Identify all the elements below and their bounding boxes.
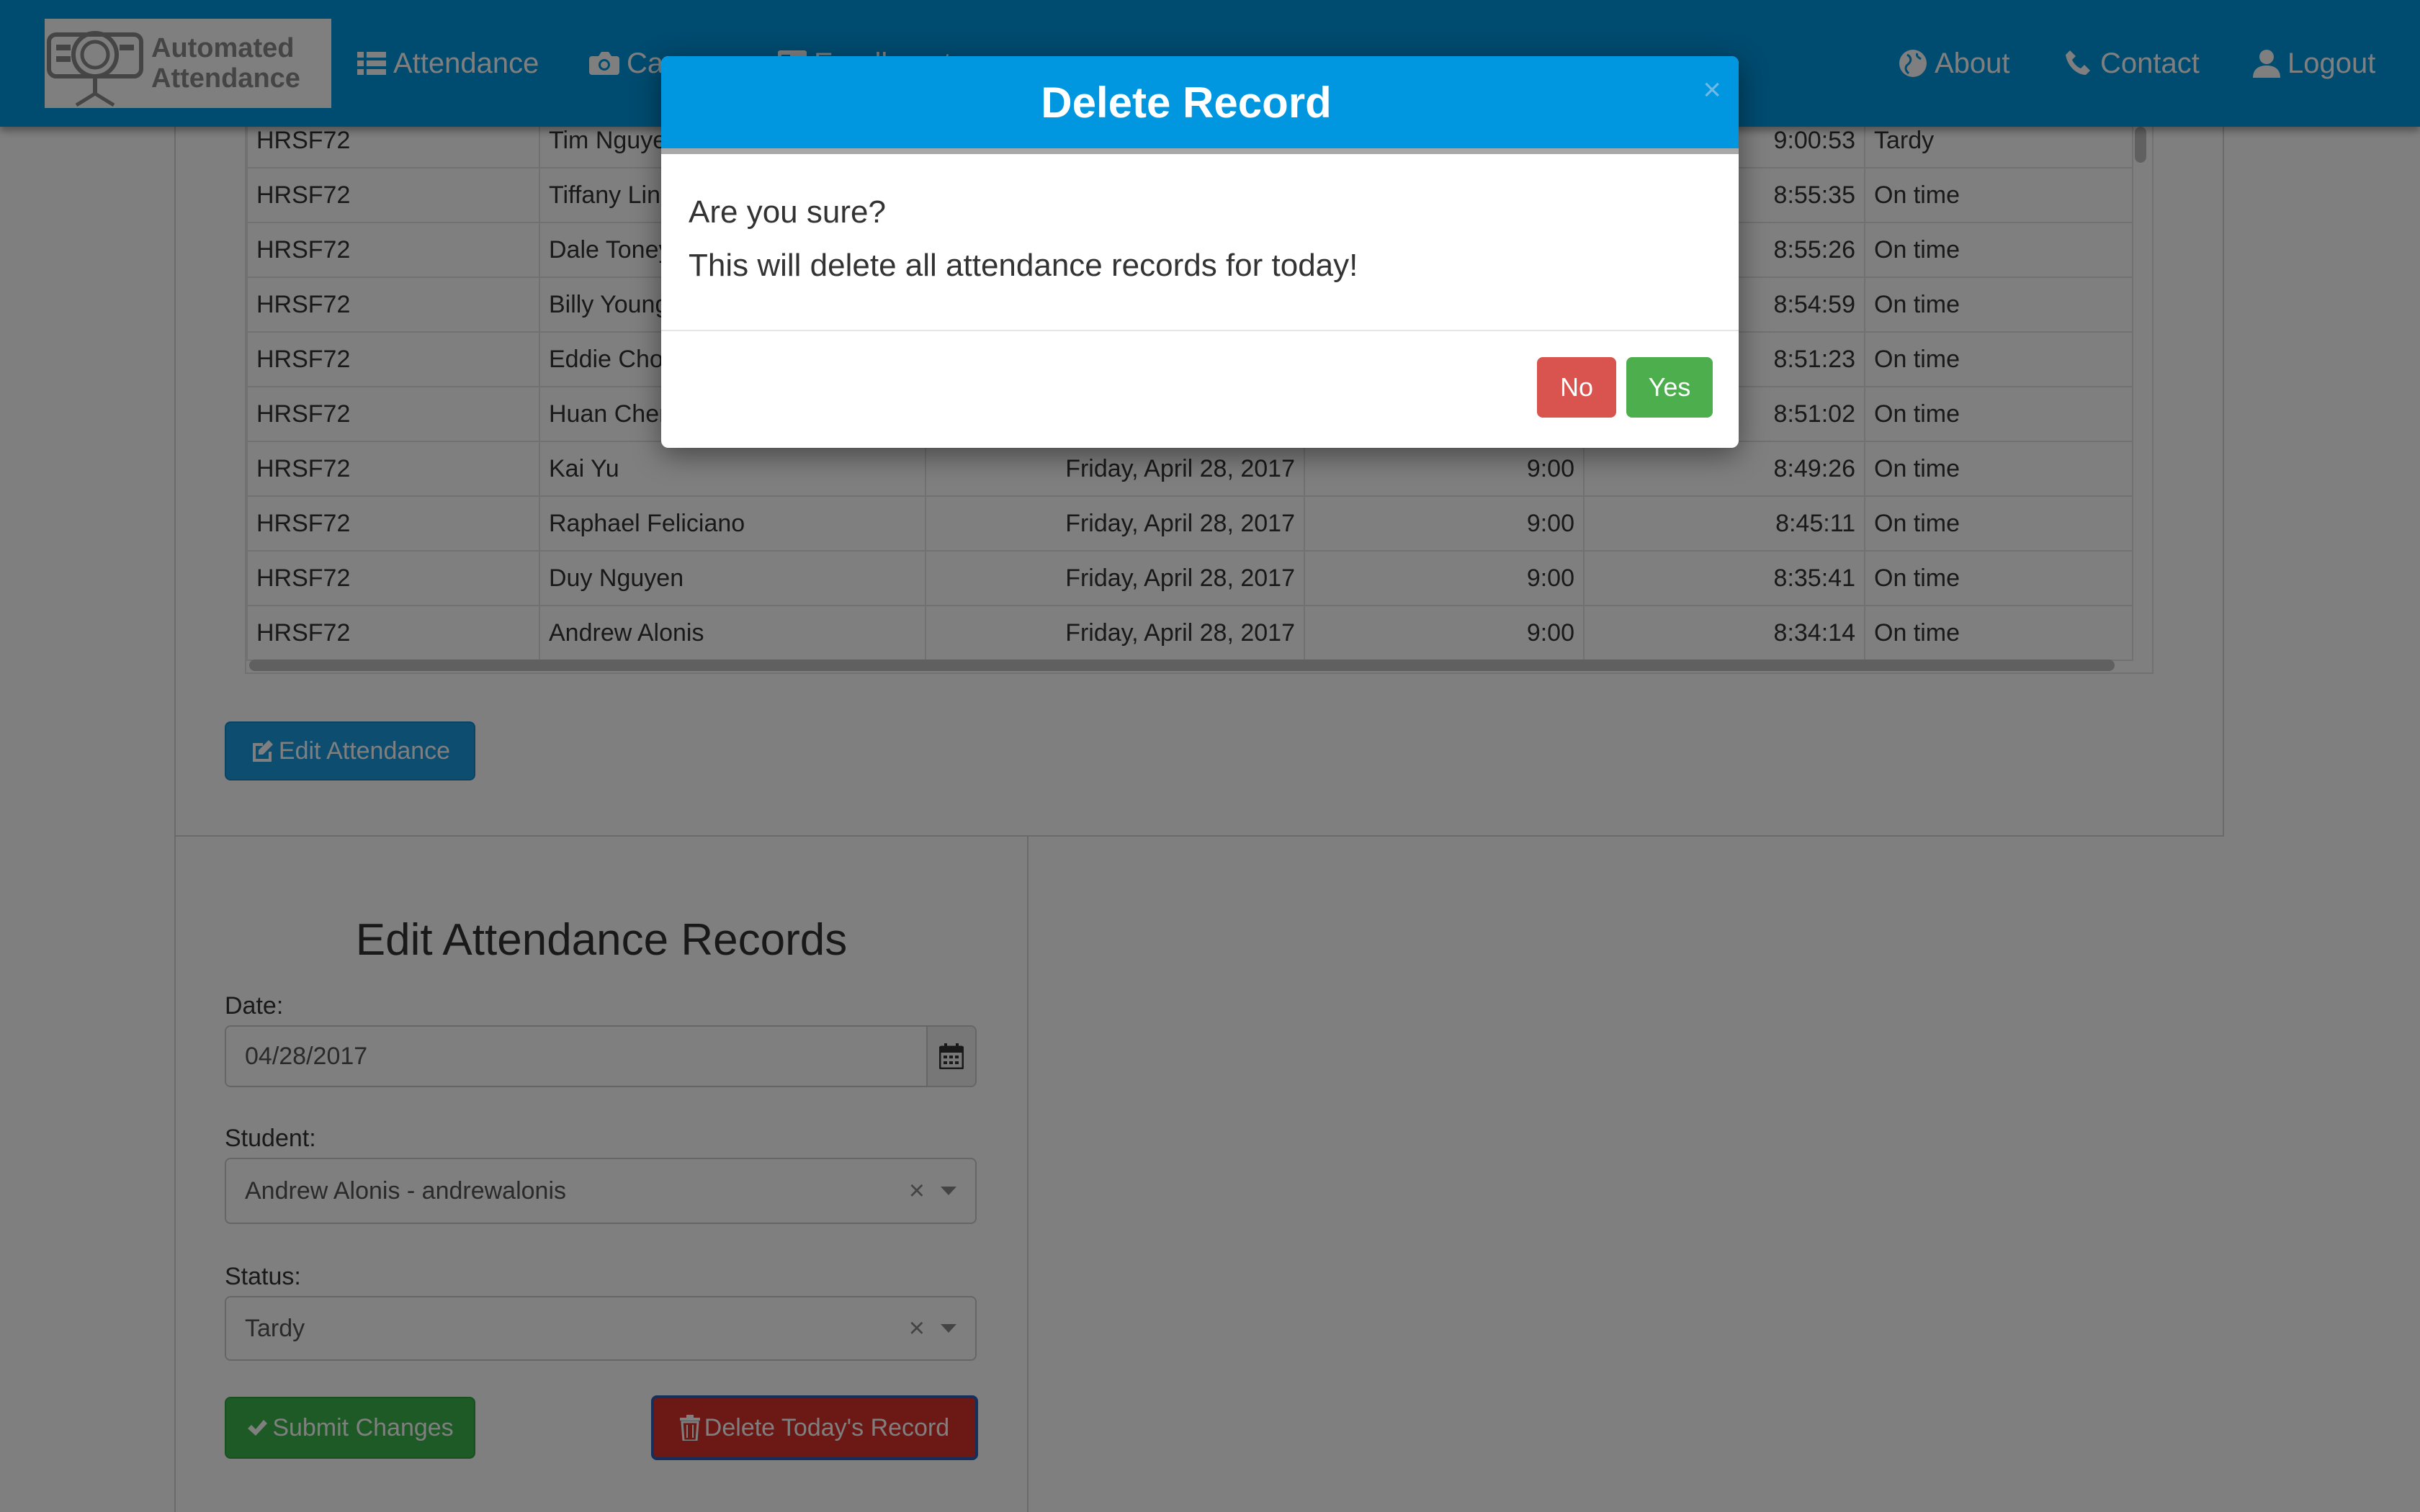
close-icon[interactable]: × <box>1703 72 1721 108</box>
yes-button[interactable]: Yes <box>1626 357 1713 418</box>
modal-footer-divider <box>661 330 1739 331</box>
modal-warning: This will delete all attendance records … <box>689 248 1358 283</box>
delete-record-modal: Delete Record × Are you sure? This will … <box>661 56 1739 448</box>
modal-question: Are you sure? <box>689 194 886 230</box>
modal-header: Delete Record × <box>661 56 1739 154</box>
no-button[interactable]: No <box>1537 357 1616 418</box>
modal-title: Delete Record <box>1041 78 1332 127</box>
